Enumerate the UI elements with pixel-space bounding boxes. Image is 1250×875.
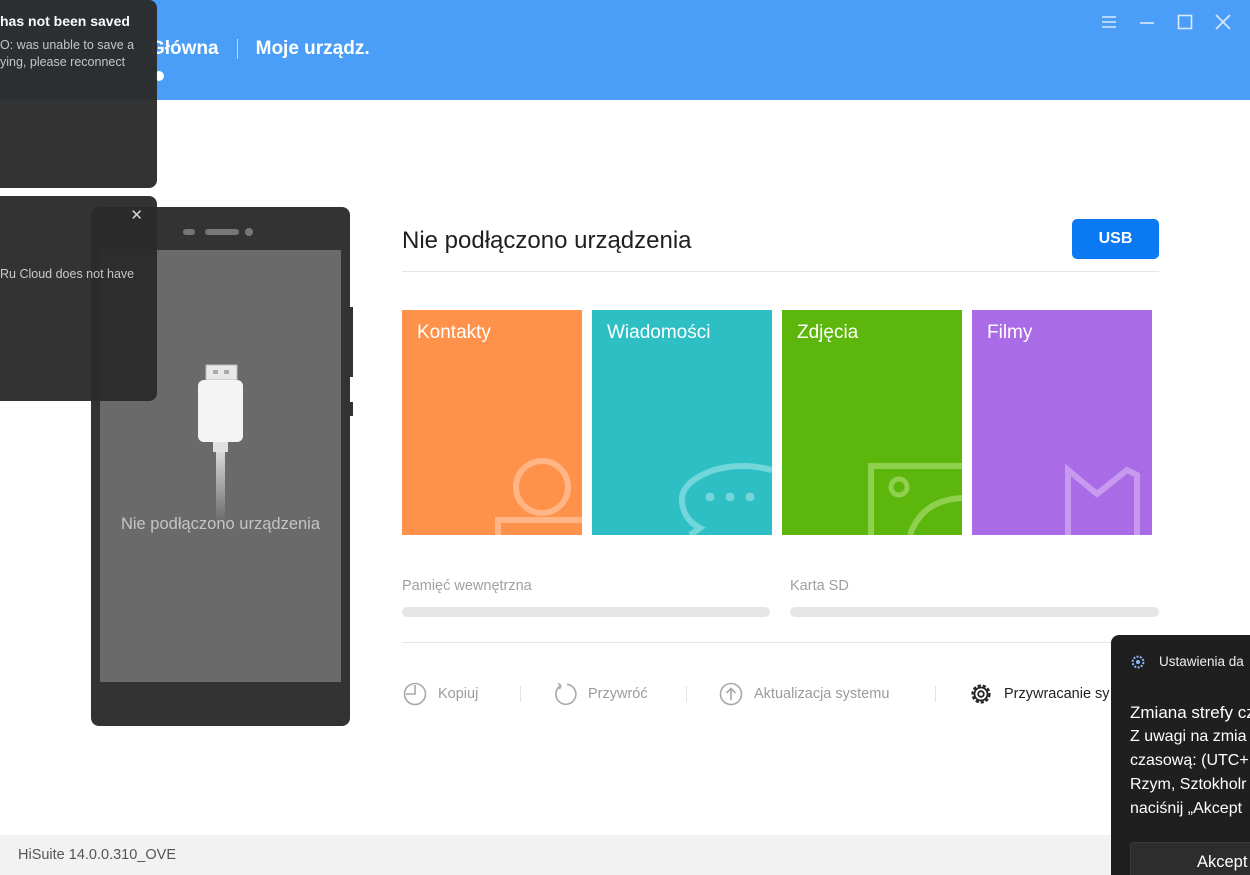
divider — [402, 642, 1159, 643]
no-device-label: Nie podłączono urządzenia — [120, 515, 321, 533]
app-header: Główna Moje urządz. — [0, 0, 1250, 100]
status-bar: HiSuite 14.0.0.310_OVE — [0, 835, 1250, 875]
restore-button[interactable]: Przywróć — [552, 681, 648, 707]
notification-toast[interactable]: ✕ Ru Cloud does not have — [0, 196, 157, 401]
backup-icon — [403, 682, 427, 706]
usb-button[interactable]: USB — [1072, 219, 1159, 259]
toast-title: Zmiana strefy cz — [1130, 703, 1250, 722]
gear-icon — [971, 684, 991, 704]
nav-home-tab[interactable]: Główna — [150, 38, 219, 60]
main-nav: Główna Moje urządz. — [150, 38, 370, 60]
upload-arrow-icon — [719, 682, 743, 706]
toast-text: czasową: (UTC+ — [1130, 752, 1249, 769]
maximize-icon[interactable] — [1176, 12, 1194, 32]
divider — [402, 271, 1159, 272]
tile-label: Kontakty — [417, 322, 491, 343]
phone-speaker — [205, 229, 239, 235]
tile-contacts[interactable]: Kontakty — [402, 310, 582, 535]
tile-label: Wiadomości — [607, 322, 711, 343]
phone-side-button — [350, 307, 353, 377]
toast-text: naciśnij „Akcept — [1130, 800, 1243, 817]
close-icon[interactable]: ✕ — [130, 206, 143, 224]
nav-my-devices-tab[interactable]: Moje urządz. — [256, 38, 370, 60]
notification-text: ying, please reconnect — [0, 55, 126, 69]
settings-gear-icon — [1131, 655, 1145, 668]
accept-button[interactable]: Akcept — [1130, 842, 1250, 875]
action-separator — [935, 686, 936, 702]
system-recovery-button[interactable]: Przywracanie sy — [968, 681, 1110, 707]
toast-text: Rzym, Sztokholr — [1130, 776, 1247, 793]
phone-side-button — [350, 402, 353, 416]
backup-label: Kopiuj — [438, 686, 479, 702]
minimize-icon[interactable] — [1138, 12, 1156, 32]
notification-title: has not been saved — [0, 13, 130, 29]
tile-label: Zdjęcia — [797, 322, 859, 343]
backup-button[interactable]: Kopiuj — [402, 681, 478, 707]
window-controls — [1100, 12, 1232, 32]
system-update-button[interactable]: Aktualizacja systemu — [718, 681, 889, 707]
restore-label: Przywróć — [588, 686, 648, 702]
tile-videos[interactable]: Filmy — [972, 310, 1152, 535]
restore-icon — [555, 682, 577, 706]
phone-camera — [245, 228, 253, 236]
toast-text: Z uwagi na zmia — [1130, 728, 1247, 745]
menu-icon[interactable] — [1100, 12, 1118, 32]
internal-storage-bar — [402, 607, 770, 617]
system-recovery-label: Przywracanie sy — [1004, 686, 1110, 702]
toast-header: Ustawienia da — [1131, 654, 1244, 669]
toast-app-name: Ustawienia da — [1159, 654, 1244, 669]
phone-speaker — [183, 229, 195, 235]
action-separator — [520, 686, 521, 702]
internal-storage-label: Pamięć wewnętrzna — [402, 578, 532, 594]
notification-toast[interactable]: has not been saved O: was unable to save… — [0, 0, 157, 188]
toast-body: Zmiana strefy cz Z uwagi na zmia czasową… — [1130, 701, 1250, 821]
sd-card-label: Karta SD — [790, 578, 849, 594]
page-title: Nie podłączono urządzenia — [402, 227, 692, 254]
tile-label: Filmy — [987, 322, 1033, 343]
system-toast[interactable]: Ustawienia da Zmiana strefy cz Z uwagi n… — [1111, 635, 1250, 875]
notification-text: O: was unable to save a — [0, 38, 135, 52]
system-update-label: Aktualizacja systemu — [754, 686, 890, 702]
notification-text: Ru Cloud does not have — [0, 267, 135, 281]
sd-card-bar — [790, 607, 1159, 617]
close-icon[interactable] — [1214, 12, 1232, 32]
tile-photos[interactable]: Zdjęcia — [782, 310, 962, 535]
tile-messages[interactable]: Wiadomości — [592, 310, 772, 535]
version-label: HiSuite 14.0.0.310_OVE — [18, 847, 176, 863]
action-separator — [686, 686, 687, 702]
nav-separator — [236, 39, 238, 59]
